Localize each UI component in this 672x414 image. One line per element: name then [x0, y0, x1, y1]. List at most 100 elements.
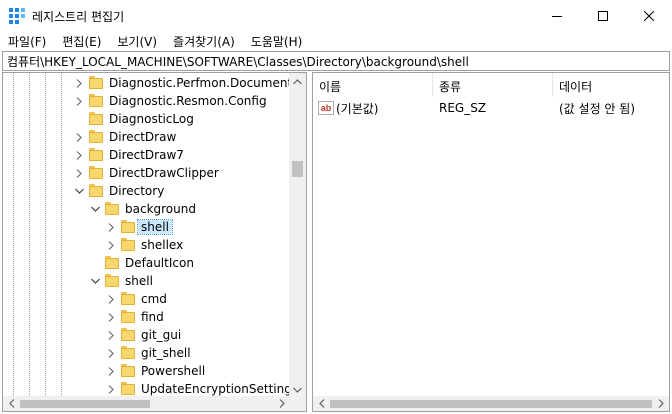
tree-item-find[interactable]: find [105, 308, 164, 326]
scrollbar-corner [289, 396, 306, 411]
tree-item-directdraw7[interactable]: DirectDraw7 [73, 146, 184, 164]
value-row[interactable]: ab (기본값) REG_SZ (값 설정 안 됨) [313, 99, 669, 117]
folder-icon [121, 364, 135, 378]
title-bar: 레지스트리 편집기 [0, 0, 672, 31]
column-header-type[interactable]: 종류 [433, 73, 553, 97]
address-bar[interactable]: 컴퓨터\HKEY_LOCAL_MACHINE\SOFTWARE\Classes\… [2, 51, 670, 71]
tree-item-label: DiagnosticLog [109, 112, 194, 126]
folder-icon [89, 130, 103, 144]
menu-edit[interactable]: 편집(E) [54, 31, 109, 51]
tree-item-label: find [141, 310, 164, 324]
tree-item-label: Diagnostic.Resmon.Config [109, 94, 267, 108]
tree-item-label: shell [137, 219, 173, 235]
window-title: 레지스트리 편집기 [32, 10, 125, 24]
tree-item-git-shell[interactable]: git_shell [105, 344, 191, 362]
folder-icon [105, 202, 119, 216]
menu-favorites[interactable]: 즐겨찾기(A) [165, 31, 243, 51]
minimize-button[interactable] [534, 0, 580, 31]
tree-item-defaulticon[interactable]: DefaultIcon [89, 254, 194, 272]
folder-icon [121, 346, 135, 360]
chevron-down-icon[interactable] [89, 272, 101, 290]
list-horizontal-scrollbar[interactable] [313, 396, 669, 411]
scroll-left-arrow-icon[interactable] [3, 396, 20, 411]
scroll-up-arrow-icon[interactable] [289, 73, 306, 90]
menu-file[interactable]: 파일(F) [0, 31, 54, 51]
tree-item-label: git_shell [141, 346, 191, 360]
key-tree-pane: Diagnostic.Perfmon.Document Diagnostic.Re… [2, 72, 307, 412]
tree-item-label: DirectDrawClipper [109, 166, 219, 180]
folder-icon [121, 310, 135, 324]
value-list-pane: 이름 종류 데이터 ab (기본값) REG_SZ (값 설정 안 됨) [312, 72, 670, 412]
tree-item-shell[interactable]: shell [89, 272, 153, 290]
chevron-down-icon[interactable] [89, 200, 101, 218]
tree-item-git-gui[interactable]: git_gui [105, 326, 181, 344]
tree-horizontal-scroll-thumb[interactable] [20, 400, 150, 408]
tree-item-directdrawclipper[interactable]: DirectDrawClipper [73, 164, 219, 182]
chevron-right-icon[interactable] [105, 290, 117, 308]
tree-item-label: DefaultIcon [125, 256, 194, 270]
value-type: REG_SZ [439, 101, 487, 115]
value-name-cell: ab (기본값) [313, 100, 433, 117]
tree-item-label: DirectDraw7 [109, 148, 184, 162]
folder-icon [121, 328, 135, 342]
tree-item-label: Diagnostic.Perfmon.Document [109, 76, 290, 90]
tree-item-powershell[interactable]: Powershell [105, 362, 205, 380]
chevron-right-icon[interactable] [105, 326, 117, 344]
registry-editor-icon[interactable] [9, 8, 25, 24]
scroll-left-arrow-icon[interactable] [313, 396, 330, 411]
close-icon [644, 10, 654, 21]
chevron-right-icon[interactable] [105, 236, 117, 254]
chevron-right-icon[interactable] [73, 92, 85, 110]
maximize-button[interactable] [580, 0, 626, 31]
tree-item-cmd[interactable]: cmd [105, 290, 167, 308]
chevron-down-icon[interactable] [73, 182, 85, 200]
chevron-right-icon[interactable] [105, 362, 117, 380]
value-name: (기본값) [336, 101, 379, 116]
column-header-data[interactable]: 데이터 [553, 73, 669, 97]
chevron-right-icon[interactable] [105, 308, 117, 326]
tree-item-label: background [125, 202, 196, 216]
column-header-name[interactable]: 이름 [313, 73, 433, 97]
tree-item-label: Directory [109, 184, 165, 198]
tree-item-directdraw[interactable]: DirectDraw [73, 128, 176, 146]
tree-item-shell[interactable]: shell [105, 218, 173, 236]
menu-bar: 파일(F) 편집(E) 보기(V) 즐겨찾기(A) 도움말(H) [0, 31, 672, 51]
tree-item-label: cmd [141, 292, 167, 306]
scroll-right-arrow-icon[interactable] [273, 396, 290, 411]
chevron-right-icon[interactable] [105, 218, 117, 236]
tree-horizontal-scrollbar[interactable] [3, 396, 290, 411]
tree-item-diagnosticlog[interactable]: DiagnosticLog [73, 110, 194, 128]
menu-help[interactable]: 도움말(H) [243, 31, 311, 51]
tree-item-diagnostic-resmon-config[interactable]: Diagnostic.Resmon.Config [73, 92, 267, 110]
folder-icon [89, 94, 103, 108]
tree-item-diagnostic-perfmon-document[interactable]: Diagnostic.Perfmon.Document [73, 74, 290, 92]
maximize-icon [598, 10, 608, 21]
tree-vertical-scroll-thumb[interactable] [292, 161, 303, 177]
minimize-icon [552, 15, 562, 17]
close-button[interactable] [626, 0, 672, 31]
folder-icon [89, 184, 103, 198]
tree-item-shellex[interactable]: shellex [105, 236, 183, 254]
tree-item-label: DirectDraw [109, 130, 177, 144]
column-headers: 이름 종류 데이터 [313, 73, 669, 97]
folder-icon [89, 76, 103, 90]
chevron-right-icon[interactable] [73, 128, 85, 146]
chevron-right-icon[interactable] [73, 74, 85, 92]
folder-icon [121, 292, 135, 306]
tree-item-label: shell [125, 274, 153, 288]
tree-item-directory[interactable]: Directory [73, 182, 164, 200]
folder-icon [121, 238, 135, 252]
string-value-icon: ab [318, 101, 334, 115]
tree-vertical-scrollbar[interactable] [289, 73, 306, 398]
tree-item-background[interactable]: background [89, 200, 196, 218]
folder-icon [89, 112, 103, 126]
folder-icon [89, 148, 103, 162]
menu-view[interactable]: 보기(V) [109, 31, 165, 51]
scroll-right-arrow-icon[interactable] [652, 396, 669, 411]
chevron-right-icon[interactable] [73, 146, 85, 164]
list-horizontal-scroll-thumb[interactable] [330, 400, 652, 408]
chevron-right-icon[interactable] [73, 164, 85, 182]
chevron-right-icon[interactable] [105, 344, 117, 362]
